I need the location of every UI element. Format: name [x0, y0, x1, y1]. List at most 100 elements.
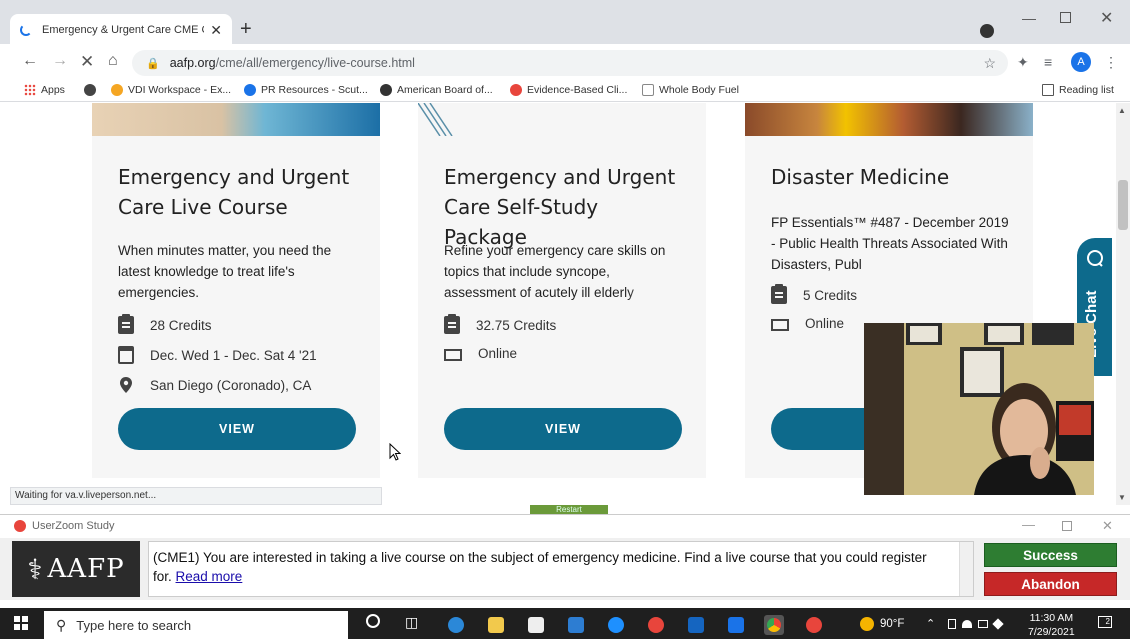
location-text: San Diego (Coronado), CA [150, 377, 312, 393]
userzoom-taskbar-icon[interactable] [806, 617, 822, 633]
extensions-puzzle-icon[interactable]: ✦ [1017, 54, 1029, 71]
network-icon[interactable] [978, 620, 988, 628]
clipboard-icon [118, 314, 134, 334]
bookmark-globe[interactable] [84, 84, 101, 96]
webcam-scene [864, 323, 1094, 495]
url-path: /cme/all/emergency/live-course.html [215, 56, 415, 70]
window-close-icon[interactable]: ✕ [1100, 8, 1113, 28]
onedrive-icon[interactable] [962, 620, 972, 628]
fork-icon [642, 84, 654, 96]
file-explorer-icon[interactable] [488, 617, 504, 633]
mouse-cursor-icon [389, 442, 402, 466]
internet-explorer-icon[interactable] [608, 617, 624, 633]
task-scrollbar[interactable] [959, 542, 973, 596]
search-placeholder: Type here to search [76, 617, 192, 633]
bookmark-label: American Board of... [397, 84, 493, 96]
card-format: Online [771, 316, 844, 331]
scroll-up-arrow-icon[interactable]: ▲ [1118, 106, 1126, 115]
system-tray[interactable] [948, 617, 1008, 631]
taskbar-clock[interactable]: 11:30 AM 7/29/2021 [1028, 611, 1075, 639]
windows-start-icon[interactable] [14, 616, 28, 630]
card-title: Emergency and Urgent Care Live Course [118, 165, 350, 219]
clipboard-icon [444, 314, 460, 334]
media-app-icon[interactable] [568, 617, 584, 633]
browser-status-bar: Waiting for va.v.liveperson.net... [10, 487, 382, 505]
bookmark-american-board[interactable]: American Board of... [380, 84, 493, 96]
success-button[interactable]: Success [984, 543, 1117, 567]
restart-button[interactable]: Restart [530, 505, 608, 514]
profile-avatar[interactable]: A [1071, 52, 1091, 72]
userzoom-minimize-icon[interactable]: — [1022, 517, 1035, 532]
tab-close-icon[interactable]: ✕ [210, 22, 222, 39]
chat-bubble-icon [1087, 250, 1103, 267]
ebm-icon [510, 84, 522, 96]
hero-decoration-icon [417, 103, 453, 137]
card-description: When minutes matter, you need the latest… [118, 243, 332, 300]
dropbox-icon[interactable] [992, 618, 1004, 630]
userzoom-close-icon[interactable]: ✕ [1102, 518, 1113, 534]
back-arrow-icon[interactable]: ← [22, 52, 38, 70]
caduceus-icon: ⚕ [27, 552, 44, 586]
search-icon: ⚲ [56, 616, 67, 633]
forward-arrow-icon[interactable]: → [52, 52, 68, 70]
bookmark-star-icon[interactable]: ☆ [983, 55, 996, 72]
store-icon[interactable] [528, 617, 544, 633]
reading-list-button[interactable]: Reading list [1042, 84, 1114, 96]
notification-center-icon[interactable]: 2 [1098, 616, 1112, 628]
card-credits: 5 Credits [771, 284, 858, 304]
photos-icon[interactable] [688, 617, 704, 633]
page-scrollbar[interactable] [1116, 103, 1130, 505]
bookmark-vdi[interactable]: VDI Workspace - Ex... [111, 84, 231, 96]
bookmark-pr-resources[interactable]: PR Resources - Scut... [244, 84, 368, 96]
stop-loading-icon[interactable]: ✕ [80, 52, 94, 72]
weather-widget[interactable]: 90°F [860, 617, 904, 631]
loading-spinner-icon [20, 24, 32, 36]
tab-title: Emergency & Urgent Care CME C [42, 24, 205, 36]
edge-icon[interactable] [448, 617, 464, 633]
home-icon[interactable]: ⌂ [108, 52, 118, 70]
scroll-down-arrow-icon[interactable]: ▼ [1118, 493, 1126, 502]
task-view-icon[interactable]: ◫ [405, 614, 418, 631]
calendar-icon [118, 346, 134, 364]
browser-menu-icon[interactable]: ⋮ [1104, 54, 1118, 71]
cortana-icon[interactable] [366, 614, 380, 628]
address-bar[interactable]: 🔒 aafp.org/cme/all/emergency/live-course… [132, 50, 1008, 76]
bookmark-label: Apps [41, 84, 65, 96]
userzoom-maximize-icon[interactable] [1062, 521, 1072, 531]
card-title: Emergency and Urgent Care Self-Study Pac… [444, 165, 676, 249]
scrollbar-thumb[interactable] [1118, 180, 1128, 230]
minimize-icon[interactable]: — [1022, 10, 1036, 26]
weather-temp: 90°F [880, 618, 905, 630]
format-text: Online [805, 316, 845, 331]
reading-list-label: Reading list [1059, 84, 1114, 96]
cloud-app-icon[interactable] [648, 617, 664, 633]
new-tab-button[interactable]: + [240, 18, 252, 41]
apps-grid-icon [24, 84, 36, 96]
tray-app-icon[interactable] [948, 619, 956, 629]
chrome-taskbar-slot[interactable] [764, 615, 784, 635]
abandon-button[interactable]: Abandon [984, 572, 1117, 596]
bookmark-evidence-based[interactable]: Evidence-Based Cli... [510, 84, 627, 96]
url-host: aafp.org [169, 56, 216, 70]
bookmark-label: Whole Body Fuel [659, 84, 739, 96]
maximize-icon[interactable] [1060, 12, 1071, 23]
credits-text: 5 Credits [803, 287, 858, 303]
tab-search-icon[interactable] [980, 24, 994, 38]
dates-text: Dec. Wed 1 - Dec. Sat 4 '21 [150, 347, 317, 363]
vdi-icon [111, 84, 123, 96]
self-study-hero-image [417, 103, 706, 137]
taskbar-search-box[interactable]: ⚲ Type here to search [44, 611, 348, 639]
view-button[interactable]: VIEW [444, 408, 682, 450]
mail-icon[interactable] [728, 617, 744, 633]
bookmark-whole-body-fuel[interactable]: Whole Body Fuel [642, 84, 739, 96]
read-more-link[interactable]: Read more [176, 569, 243, 584]
lock-icon: 🔒 [146, 57, 160, 70]
tray-chevron-icon[interactable]: ⌃ [926, 617, 935, 630]
media-queue-icon[interactable]: ≡ [1044, 54, 1052, 70]
bookmark-apps[interactable]: Apps [24, 84, 65, 96]
reading-list-icon [1042, 84, 1054, 96]
card-format: Online [444, 346, 517, 361]
browser-tab[interactable]: Emergency & Urgent Care CME C ✕ [10, 14, 232, 46]
view-button[interactable]: VIEW [118, 408, 356, 450]
participant-webcam-video [864, 323, 1094, 495]
